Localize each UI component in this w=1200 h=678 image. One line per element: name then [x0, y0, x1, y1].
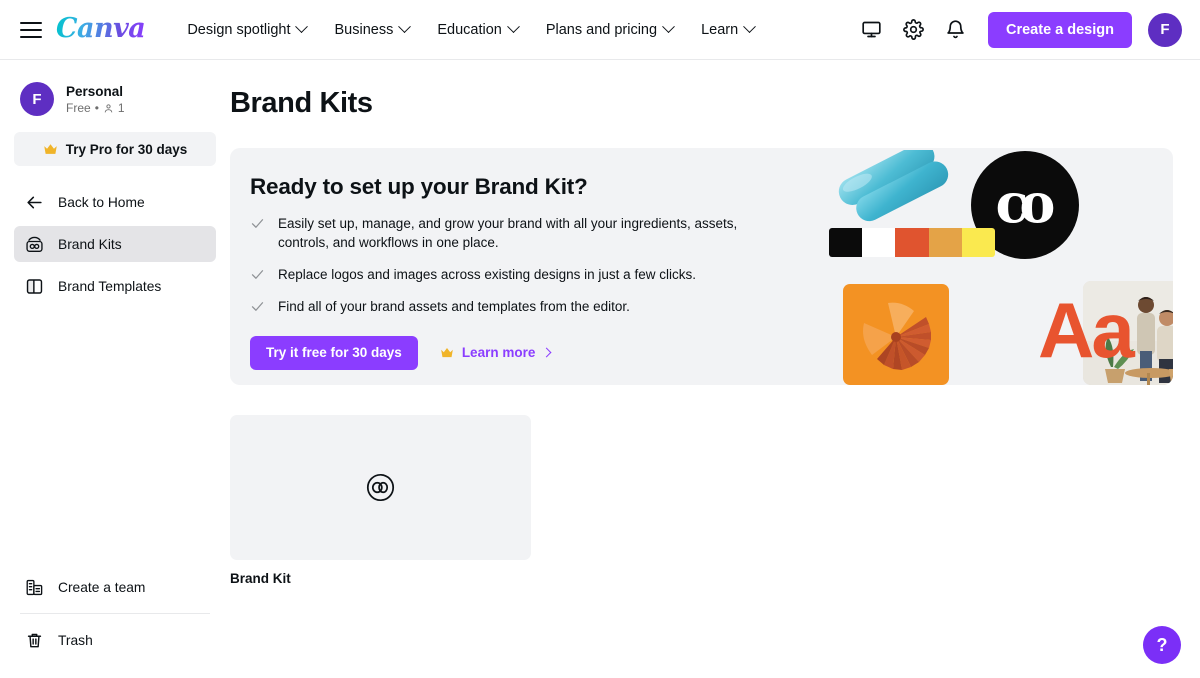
team-icon [24, 577, 44, 597]
crown-icon [43, 143, 57, 154]
account-plan: Free [66, 101, 91, 116]
sidebar-item-label: Brand Templates [58, 278, 162, 294]
palette-swatch [862, 228, 896, 257]
sidebar-item-trash[interactable]: Trash [14, 622, 216, 658]
banner-cta-row: Try it free for 30 days Learn more [250, 335, 790, 370]
brand-kit-card-label: Brand Kit [230, 571, 291, 586]
bullet-text: Replace logos and images across existing… [278, 267, 696, 283]
learn-more-link[interactable]: Learn more [440, 345, 552, 361]
banner-copy: Ready to set up your Brand Kit? Easily s… [230, 148, 790, 370]
brand-kit-thumbnail[interactable] [230, 415, 531, 560]
bell-icon[interactable] [936, 11, 974, 49]
bullet-text: Easily set up, manage, and grow your bra… [278, 216, 738, 251]
check-icon [251, 219, 264, 228]
hamburger-icon[interactable] [20, 21, 42, 38]
orange-asset-tile [843, 284, 949, 385]
bullet-text: Find all of your brand assets and templa… [278, 299, 630, 315]
brand-kit-grid: Brand Kit [230, 415, 1173, 586]
palette-swatch [928, 228, 962, 257]
palette-swatch [895, 228, 929, 257]
top-header: Canva Design spotlight Business Educatio… [0, 0, 1200, 60]
main-inner: Brand Kits co Aa Ready to set up your Br… [230, 87, 1200, 586]
sidebar-item-back-to-home[interactable]: Back to Home [14, 184, 216, 220]
list-item: Easily set up, manage, and grow your bra… [250, 214, 790, 252]
header-actions: Create a design F [852, 11, 1200, 49]
help-button[interactable]: ? [1143, 626, 1181, 664]
monitor-icon[interactable] [852, 11, 890, 49]
learn-more-label: Learn more [461, 345, 536, 361]
sidebar-bottom: Create a team Trash [0, 569, 230, 678]
typography-sample: Aa [1038, 286, 1135, 374]
arrow-left-icon [24, 192, 44, 212]
brand-kit-promo-banner: co Aa Ready to set up your Brand Kit? Ea… [230, 148, 1173, 385]
separator: • [94, 101, 99, 116]
nav-item-plans-and-pricing[interactable]: Plans and pricing [532, 14, 687, 46]
member-count: 1 [117, 101, 125, 116]
banner-heading: Ready to set up your Brand Kit? [250, 174, 588, 199]
nav-label: Business [334, 21, 394, 38]
nav-item-design-spotlight[interactable]: Design spotlight [173, 14, 320, 46]
account-name: Personal [66, 83, 124, 99]
banner-bullet-list: Easily set up, manage, and grow your bra… [250, 214, 790, 317]
nav-label: Education [437, 21, 502, 38]
check-icon [251, 302, 264, 312]
canva-logo[interactable]: Canva [56, 15, 146, 45]
sidebar-item-label: Trash [58, 632, 93, 648]
blue-capsules-illustration [838, 150, 949, 222]
sidebar-item-create-a-team[interactable]: Create a team [14, 569, 216, 605]
list-item: Replace logos and images across existing… [250, 265, 790, 284]
trash-icon [24, 630, 44, 650]
chevron-down-icon [662, 20, 675, 34]
nav-item-education[interactable]: Education [423, 14, 532, 46]
gear-icon[interactable] [894, 11, 932, 49]
sidebar-item-label: Create a team [58, 579, 146, 595]
chevron-down-icon [295, 20, 309, 34]
person-icon [104, 104, 113, 113]
avatar[interactable]: F [1148, 12, 1182, 47]
try-pro-button[interactable]: Try Pro for 30 days [14, 132, 216, 166]
main-nav: Design spotlight Business Education Plan… [173, 14, 768, 46]
sidebar-item-brand-kits[interactable]: Brand Kits [14, 226, 216, 262]
sidebar: F Personal Free • 1 Try Pro for 30 days … [0, 60, 230, 678]
crown-icon [440, 347, 453, 357]
nav-label: Design spotlight [187, 21, 291, 38]
try-it-free-button[interactable]: Try it free for 30 days [250, 335, 418, 370]
check-icon [251, 270, 264, 280]
3d-fan-illustration [863, 302, 931, 370]
sidebar-divider [20, 613, 210, 614]
chevron-down-icon [743, 20, 757, 34]
sidebar-item-brand-templates[interactable]: Brand Templates [14, 268, 216, 304]
nav-item-business[interactable]: Business [320, 14, 423, 46]
main-content: Brand Kits co Aa Ready to set up your Br… [230, 60, 1200, 678]
brand-template-icon [24, 276, 44, 296]
page-title: Brand Kits [230, 87, 373, 119]
chevron-right-icon [541, 347, 552, 358]
palette-swatch [961, 228, 995, 257]
palette-swatch [829, 228, 863, 257]
account-avatar: F [20, 82, 54, 116]
brand-kit-card[interactable]: Brand Kit [230, 415, 531, 586]
brand-logo-text: co [995, 171, 1056, 235]
co-logo-icon [366, 473, 395, 502]
try-pro-label: Try Pro for 30 days [65, 141, 188, 157]
banner-artwork: co Aa [813, 148, 1173, 385]
brand-kit-icon [24, 234, 44, 254]
brand-color-palette [829, 228, 995, 257]
chevron-down-icon [398, 20, 412, 34]
create-a-design-button[interactable]: Create a design [988, 11, 1132, 48]
sidebar-item-label: Back to Home [58, 194, 145, 210]
list-item: Find all of your brand assets and templa… [250, 297, 790, 316]
nav-label: Plans and pricing [545, 21, 658, 38]
nav-label: Learn [701, 21, 739, 38]
chevron-down-icon [506, 20, 520, 34]
nav-item-learn[interactable]: Learn [687, 14, 768, 46]
account-meta: Free • 1 [66, 101, 125, 115]
account-switcher[interactable]: F Personal Free • 1 [0, 82, 230, 116]
sidebar-item-label: Brand Kits [58, 236, 122, 252]
